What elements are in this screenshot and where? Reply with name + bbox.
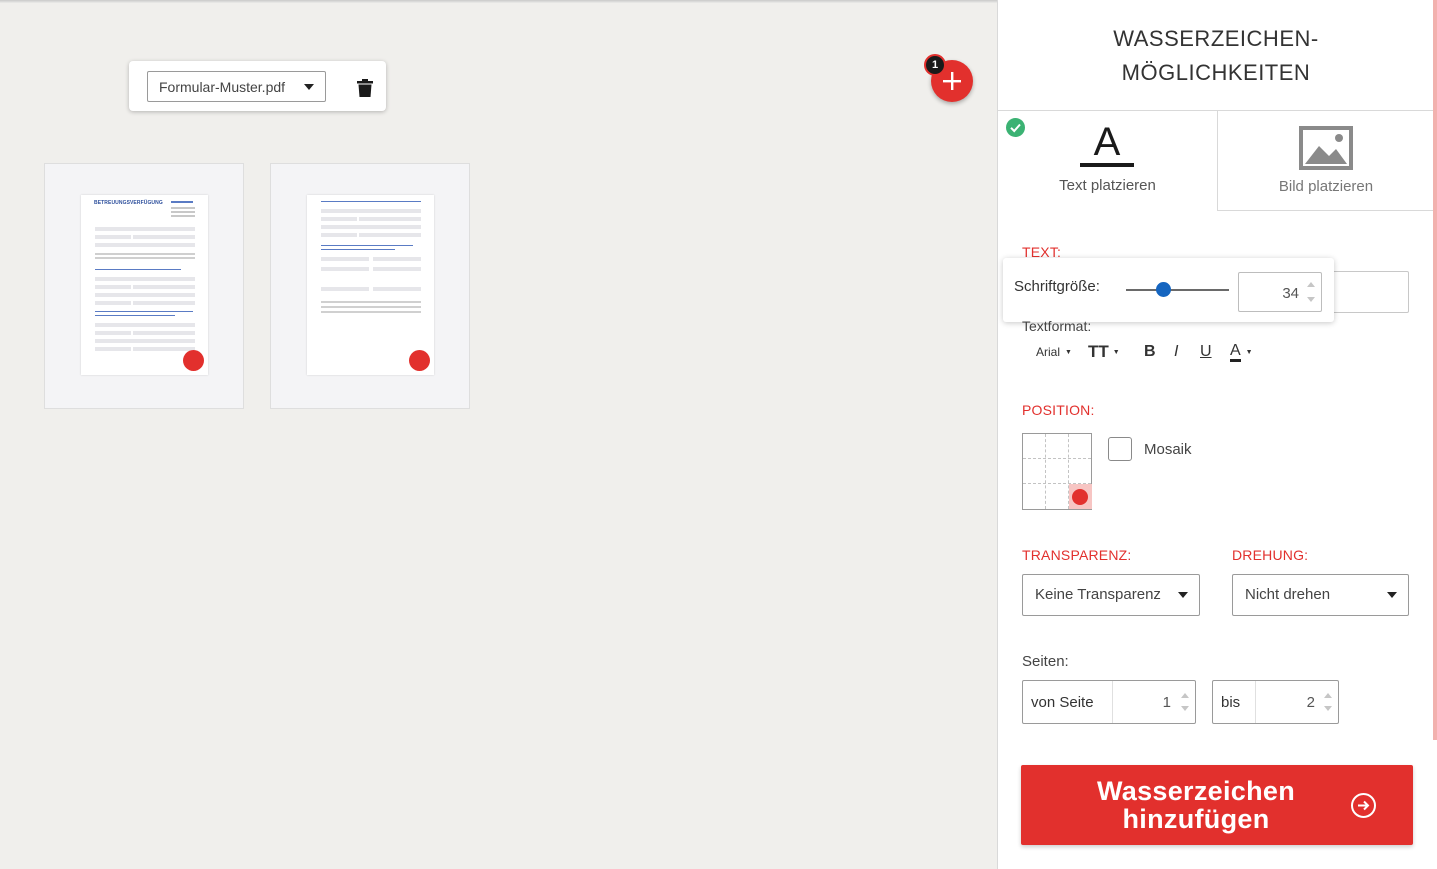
spin-up-icon[interactable]	[1307, 282, 1315, 287]
rotation-section-label: DREHUNG:	[1232, 547, 1309, 563]
font-size-slider[interactable]	[1126, 289, 1229, 291]
chevron-down-icon: ▼	[1065, 348, 1072, 356]
mosaic-label: Mosaik	[1144, 441, 1192, 458]
transparency-value: Keine Transparenz	[1035, 586, 1161, 603]
spin-down-icon[interactable]	[1181, 706, 1189, 711]
underline-icon: U	[1200, 343, 1212, 360]
font-size-menu[interactable]: TT ▼	[1088, 339, 1120, 365]
spin-down-icon[interactable]	[1307, 297, 1315, 302]
file-count-badge: 1	[924, 54, 946, 76]
add-watermark-button[interactable]: Wasserzeichen hinzufügen	[1021, 765, 1413, 845]
file-select-dropdown[interactable]: Formular-Muster.pdf	[147, 71, 326, 102]
tab-image-placement[interactable]: Bild platzieren	[1217, 110, 1434, 211]
watermark-position-marker	[409, 350, 430, 371]
page-to-field[interactable]: bis 2	[1212, 680, 1339, 724]
add-watermark-label-line1: Wasserzeichen	[1097, 776, 1295, 806]
rotation-select[interactable]: Nicht drehen	[1232, 574, 1409, 616]
position-section-label: POSITION:	[1022, 402, 1095, 418]
pages-label: Seiten:	[1022, 653, 1069, 670]
chevron-down-icon	[1387, 592, 1397, 598]
watermark-text-input[interactable]	[1330, 271, 1409, 313]
add-watermark-label-line2: hinzufügen	[1122, 804, 1270, 834]
page-from-label: von Seite	[1031, 694, 1094, 711]
tab-text-placement[interactable]: A Text platzieren	[998, 110, 1217, 211]
mosaic-checkbox[interactable]	[1108, 437, 1132, 461]
panel-title-line2: MÖGLICHKEITEN	[1121, 60, 1311, 85]
spin-up-icon[interactable]	[1181, 693, 1189, 698]
watermark-position-marker	[183, 350, 204, 371]
font-size-input[interactable]: 34	[1238, 272, 1322, 312]
bold-button[interactable]: B	[1144, 339, 1156, 365]
italic-icon: I	[1174, 343, 1179, 360]
transparency-select[interactable]: Keine Transparenz	[1022, 574, 1200, 616]
chevron-down-icon	[304, 84, 314, 90]
file-toolbar: Formular-Muster.pdf	[129, 61, 386, 111]
page-to-label: bis	[1221, 694, 1241, 711]
arrow-right-circle-icon	[1351, 793, 1376, 818]
text-color-button[interactable]: A ▼	[1230, 339, 1253, 365]
scrollbar[interactable]	[1433, 0, 1437, 740]
rotation-value: Nicht drehen	[1245, 586, 1331, 603]
font-size-slider-handle[interactable]	[1156, 282, 1171, 297]
add-watermark-label: Wasserzeichen hinzufügen	[1021, 777, 1371, 833]
panel-title-line1: WASSERZEICHEN-	[1113, 26, 1319, 51]
tab-image-label: Bild platzieren	[1278, 178, 1374, 195]
underline-button[interactable]: U	[1200, 339, 1212, 365]
font-size-value: 34	[1282, 285, 1299, 302]
page-from-field[interactable]: von Seite 1	[1022, 680, 1196, 724]
spin-up-icon[interactable]	[1324, 693, 1332, 698]
page-preview: BETREUUNGSVERFÜGUNG	[81, 195, 208, 375]
font-family-select[interactable]: Arial ▼	[1036, 339, 1072, 365]
font-size-popover: Schriftgröße: 34	[1003, 258, 1334, 322]
italic-button[interactable]: I	[1174, 339, 1178, 365]
text-format-icon: A	[1080, 124, 1134, 167]
plus-icon	[943, 72, 961, 90]
spin-down-icon[interactable]	[1324, 706, 1332, 711]
page-thumbnail-2[interactable]	[270, 163, 470, 409]
trash-icon[interactable]	[357, 79, 373, 97]
position-grid[interactable]	[1022, 433, 1092, 510]
chevron-down-icon: ▼	[1112, 348, 1120, 356]
chevron-down-icon: ▼	[1245, 348, 1253, 356]
page-preview	[307, 195, 434, 375]
text-format-label: Textformat:	[1022, 318, 1092, 334]
image-icon	[1299, 126, 1353, 170]
font-size-label: Schriftgröße:	[1014, 278, 1100, 295]
panel-title: WASSERZEICHEN- MÖGLICHKEITEN	[998, 22, 1434, 90]
page-from-value[interactable]: 1	[1118, 694, 1171, 711]
text-size-icon: TT	[1088, 342, 1109, 361]
svg-text:A: A	[1094, 124, 1121, 164]
transparency-section-label: TRANSPARENZ:	[1022, 547, 1132, 563]
page-to-value[interactable]: 2	[1261, 694, 1315, 711]
tab-text-label: Text platzieren	[1059, 177, 1156, 194]
page-thumbnail-1[interactable]: BETREUUNGSVERFÜGUNG	[44, 163, 244, 409]
position-marker	[1072, 489, 1088, 505]
text-color-icon: A	[1230, 342, 1241, 362]
file-select-value: Formular-Muster.pdf	[159, 78, 286, 95]
check-icon	[1006, 118, 1025, 137]
chevron-down-icon	[1178, 592, 1188, 598]
page-heading: BETREUUNGSVERFÜGUNG	[94, 200, 163, 206]
font-family-value: Arial	[1036, 345, 1061, 359]
bold-icon: B	[1144, 343, 1156, 360]
